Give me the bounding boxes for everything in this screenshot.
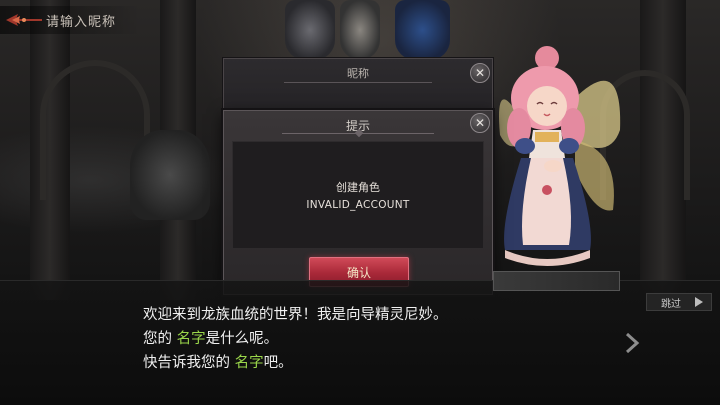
skip-button[interactable]: 跳过: [646, 293, 712, 311]
highlight-word: 名字: [176, 331, 206, 347]
close-icon[interactable]: ✕: [470, 113, 490, 133]
dialogue-text: 欢迎来到龙族血统的世界！我是向导精灵尼妙。 您的 名字是什么呢。 快告诉我您的 …: [143, 303, 448, 375]
dialogue-line: 欢迎来到龙族血统的世界！我是向导精灵尼妙。: [143, 307, 448, 323]
chevron-right-icon[interactable]: [622, 331, 642, 355]
dialog-message-line1: 创建角色: [336, 181, 380, 194]
dialog-message-line2: INVALID_ACCOUNT: [306, 199, 410, 211]
close-icon[interactable]: ✕: [470, 63, 490, 83]
speaker-name-strip: [493, 271, 620, 291]
header: 请输入昵称: [0, 6, 140, 34]
prompt-dialog: 提示 创建角色 INVALID_ACCOUNT 确认: [223, 110, 493, 295]
fairy-guide-character: [495, 40, 625, 280]
dragon-ornament-icon[interactable]: [4, 10, 44, 30]
highlight-word: 名字: [234, 355, 264, 371]
dialogue-line: 您的 名字是什么呢。: [143, 331, 279, 347]
dialogue-line: 快告诉我您的 名字吧。: [143, 355, 293, 371]
gargoyle-statue: [130, 130, 210, 220]
dialog-message-box: 创建角色 INVALID_ACCOUNT: [232, 141, 484, 249]
nickname-panel-title: 昵称: [347, 67, 369, 80]
divider: [284, 82, 432, 83]
skip-label: 跳过: [661, 298, 681, 310]
play-arrow-icon: [695, 297, 703, 307]
page-title: 请输入昵称: [46, 14, 117, 30]
nickname-panel: 昵称: [223, 58, 493, 114]
